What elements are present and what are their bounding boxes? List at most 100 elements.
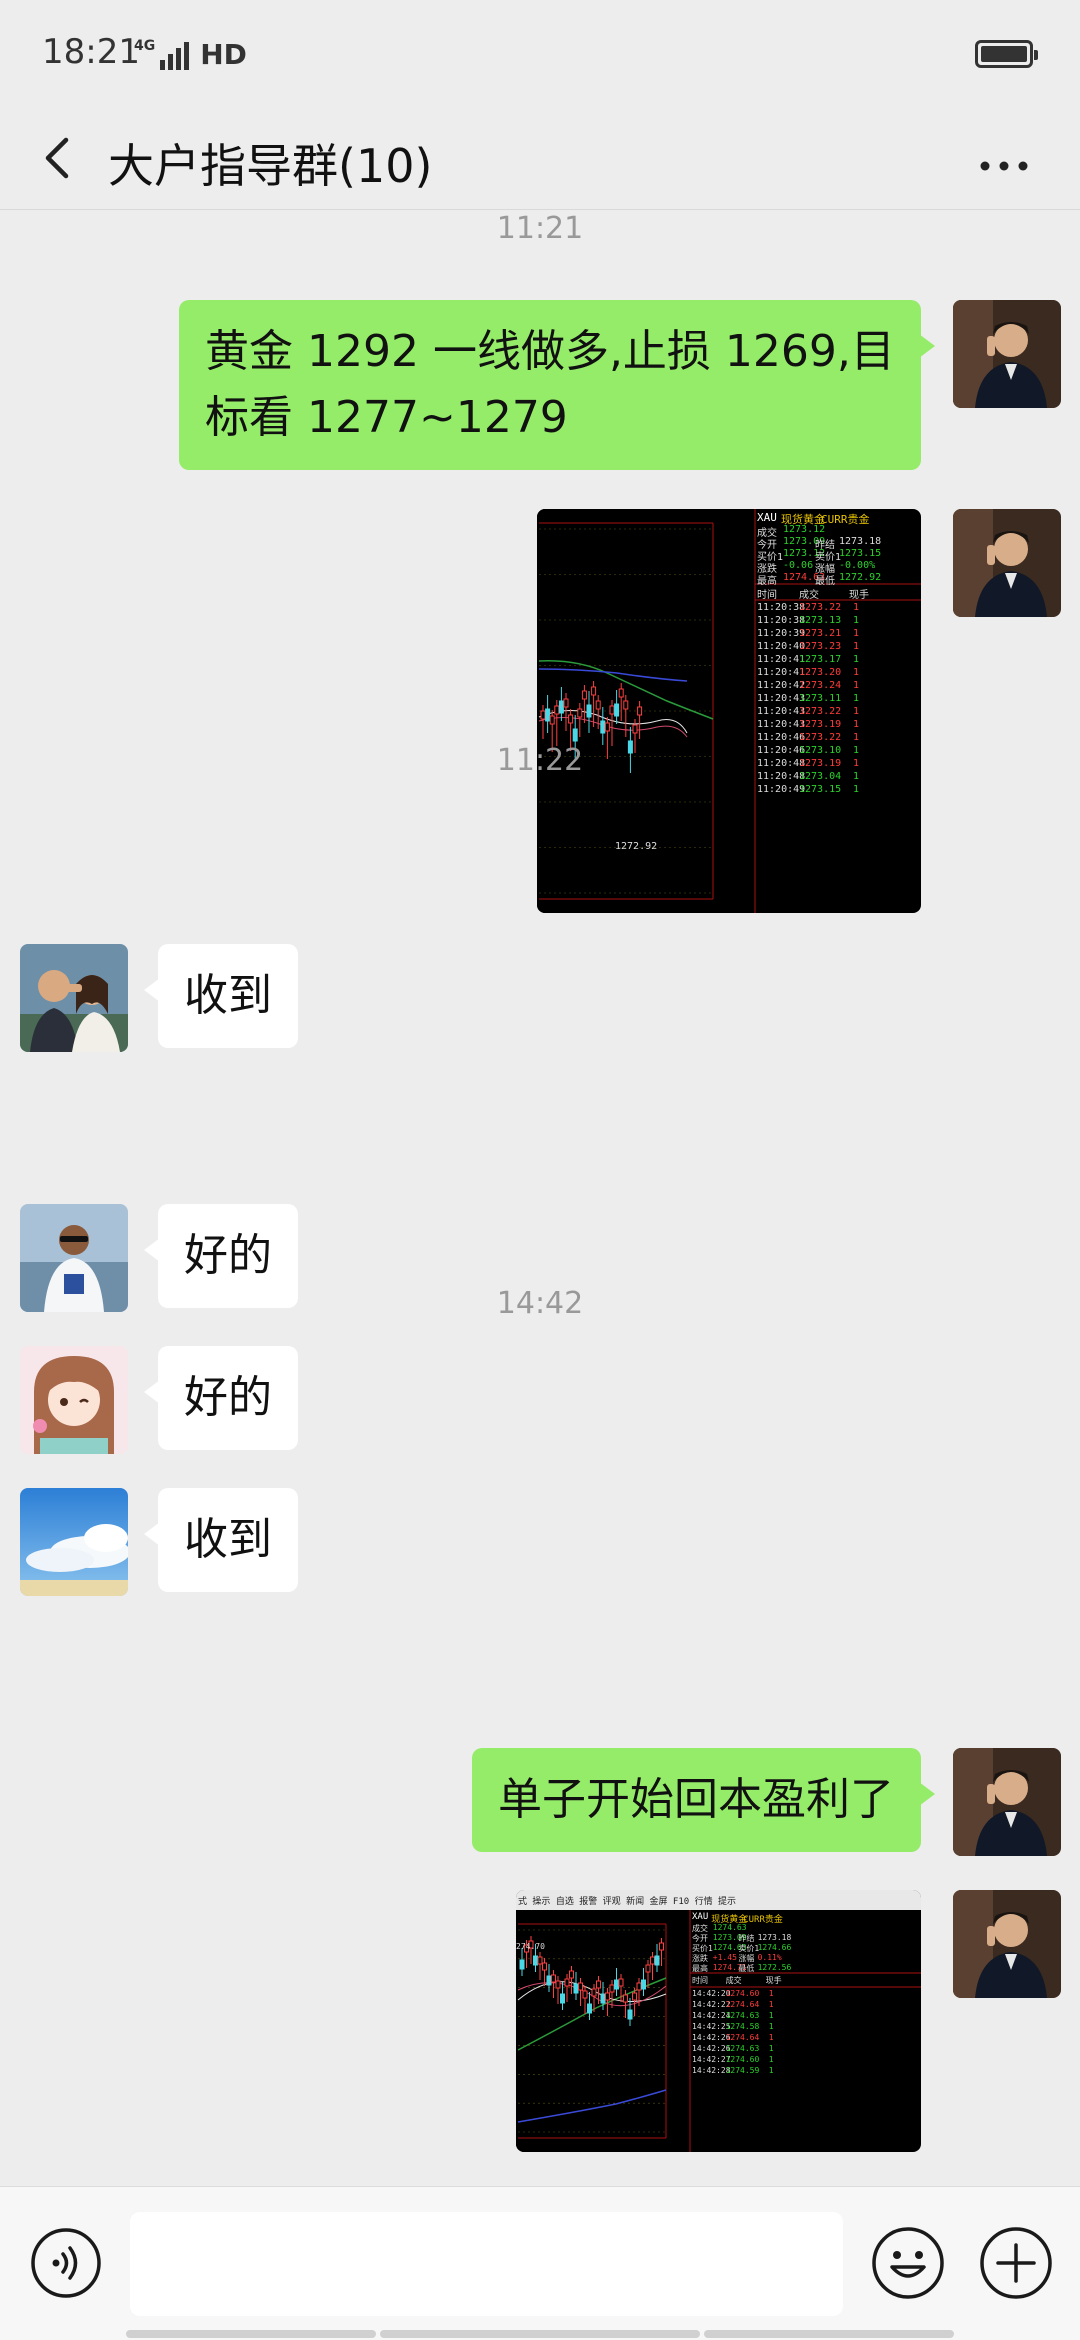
tick-price: 1273.20 <box>799 667 842 678</box>
quote-market: CURR贵金 <box>743 1915 783 1925</box>
more-functions-button[interactable] <box>978 2225 1054 2301</box>
tick-price: 1273.19 <box>799 719 842 730</box>
message-bubble-outgoing[interactable]: 单子开始回本盈利了 <box>472 1748 935 1852</box>
timestamp: 11:22 <box>496 743 584 778</box>
tick-price: 1273.23 <box>799 641 842 652</box>
signal-bar-icon <box>176 48 182 70</box>
message-input[interactable] <box>130 2212 843 2316</box>
quote-change: -0.06 <box>783 560 814 571</box>
tick-qty: 1 <box>853 706 860 717</box>
nav-hint-bar <box>126 2330 376 2338</box>
timestamp: 11:21 <box>496 211 584 246</box>
chat-header: 大户指导群(10) <box>0 110 1080 210</box>
avatar[interactable] <box>20 1488 128 1596</box>
price-mark: 274.70 <box>516 1942 545 1951</box>
tick-header: 现手 <box>849 590 869 601</box>
tick-time: 11:20:42 <box>757 680 806 691</box>
tick-price: 1273.17 <box>799 654 842 665</box>
nav-hint-bar <box>380 2330 700 2338</box>
tick-time: 11:20:41 <box>757 654 806 665</box>
quote-market: CURR贵金 <box>821 513 870 526</box>
chart-screenshot-image[interactable]: 式 操示 自选 报警 评观 新闻 金屏 F10 行情 提示 XAU 现货黄金 CUR… <box>516 1890 921 2152</box>
more-dots-icon <box>980 161 1028 171</box>
voice-button[interactable] <box>30 2227 102 2299</box>
tick-header: 现手 <box>765 1976 782 1985</box>
tick-price: 1273.15 <box>799 784 842 795</box>
tick-price: 1274.58 <box>725 2022 760 2031</box>
avatar[interactable] <box>953 1890 1061 1998</box>
message-bubble-incoming[interactable]: 收到 <box>144 1488 298 1592</box>
battery-icon <box>975 40 1038 68</box>
avatar[interactable] <box>953 509 1061 617</box>
nav-hint-bar <box>704 2330 954 2338</box>
tick-qty: 1 <box>768 2000 774 2009</box>
tick-time: 11:20:38 <box>757 602 806 613</box>
tick-price: 1273.21 <box>799 628 842 639</box>
voice-icon <box>31 2228 101 2298</box>
message-list[interactable]: 11:21 黄金 1292 一线做多,止损 1269,目标看 1277~1279… <box>0 211 1080 2186</box>
tick-header: 时间 <box>757 590 777 601</box>
tick-qty: 1 <box>853 615 860 626</box>
tick-price: 1274.63 <box>725 2044 760 2053</box>
quote-change: +1.45 <box>712 1953 737 1962</box>
status-bar: 18:21 4G HD <box>0 0 1080 110</box>
tick-qty: 1 <box>853 667 860 678</box>
tick-time: 11:20:43 <box>757 706 806 717</box>
back-button[interactable] <box>30 128 90 188</box>
quote-last: 1273.12 <box>783 524 826 535</box>
tick-qty: 1 <box>768 2055 774 2064</box>
message-bubble-incoming[interactable]: 好的 <box>144 1346 298 1450</box>
tick-price: 1274.63 <box>725 2011 760 2020</box>
tick-qty: 1 <box>768 2066 774 2075</box>
message-bubble-incoming[interactable]: 收到 <box>144 944 298 1048</box>
more-button[interactable] <box>975 130 1035 190</box>
tick-qty: 1 <box>853 784 860 795</box>
tick-price: 1274.60 <box>725 1989 760 1998</box>
quote-ask: 1274.66 <box>757 1943 792 1952</box>
tick-qty: 1 <box>853 719 860 730</box>
tick-qty: 1 <box>768 2011 774 2020</box>
tick-time: 11:20:43 <box>757 719 806 730</box>
quote-label: 最高 <box>692 1964 708 1973</box>
chevron-left-icon <box>45 137 69 179</box>
signal-bar-icon <box>160 60 166 70</box>
tick-time: 11:20:39 <box>757 628 806 639</box>
network-indicator: 4G HD <box>134 30 247 70</box>
quote-symbol: XAU <box>692 1912 709 1922</box>
tick-price: 1273.22 <box>799 602 842 613</box>
tick-qty: 1 <box>768 2044 774 2053</box>
chart-screenshot-image[interactable]: XAU 现货黄金 CURR贵金 成交 1273.12 今开 1273.09 昨结 1273.18… <box>537 509 921 913</box>
message-bubble-outgoing[interactable]: 黄金 1292 一线做多,止损 1269,目标看 1277~1279 <box>179 300 935 470</box>
quote-label: 最高 <box>757 576 777 587</box>
emoji-button[interactable] <box>870 2225 946 2301</box>
quote-low: 1272.56 <box>757 1963 792 1972</box>
tick-price: 1273.11 <box>799 693 842 704</box>
tick-header: 时间 <box>692 1976 708 1985</box>
quote-prev: 1273.18 <box>757 1933 792 1942</box>
tick-price: 1274.59 <box>725 2066 760 2075</box>
chat-title: 大户指导群(10) <box>108 139 433 193</box>
tick-price: 1273.13 <box>799 615 842 626</box>
tick-time: 11:20:43 <box>757 693 806 704</box>
tick-header: 成交 <box>799 590 819 601</box>
status-time: 18:21 <box>42 32 140 72</box>
tick-qty: 1 <box>768 1989 774 1998</box>
tick-qty: 1 <box>853 628 860 639</box>
plus-icon <box>980 2227 1052 2299</box>
avatar[interactable] <box>953 300 1061 408</box>
tick-qty: 1 <box>853 732 860 743</box>
tick-price: 1274.60 <box>725 2055 760 2064</box>
quote-prev: 1273.18 <box>839 536 882 547</box>
avatar[interactable] <box>953 1748 1061 1856</box>
tick-qty: 1 <box>768 2033 774 2042</box>
tick-time: 11:20:46 <box>757 732 806 743</box>
avatar[interactable] <box>20 1346 128 1454</box>
tick-price: 1274.64 <box>725 2000 760 2009</box>
hd-voice-icon: HD <box>200 38 247 71</box>
tick-time: 11:20:38 <box>757 615 806 626</box>
quote-percent: -0.00% <box>839 560 876 571</box>
tick-price: 1274.64 <box>725 2033 760 2042</box>
tick-price: 1273.24 <box>799 680 842 691</box>
avatar[interactable] <box>20 944 128 1052</box>
tick-qty: 1 <box>768 2022 774 2031</box>
